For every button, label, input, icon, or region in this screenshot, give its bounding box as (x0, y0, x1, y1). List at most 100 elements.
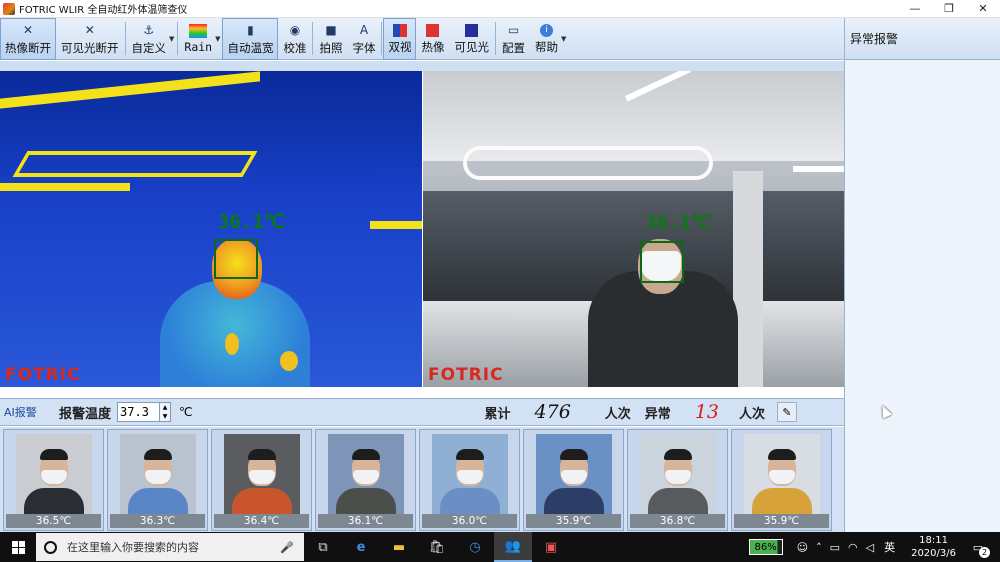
custom-button[interactable]: ⚓ 自定义 (127, 18, 172, 60)
close-button[interactable]: ✕ (966, 0, 1000, 18)
capture-thumbnail[interactable]: 35.9℃ (523, 429, 624, 531)
ime-indicator[interactable]: 英 (884, 539, 895, 555)
custom-dropdown-caret[interactable]: ▼ (169, 35, 174, 43)
maximize-button[interactable]: ❐ (932, 0, 966, 18)
clock-app-icon[interactable]: ◷ (456, 532, 494, 562)
battery-icon[interactable]: ▭ (830, 541, 840, 554)
title-bar: FOTRIC WLIR 全自动红外体温筛查仪 — ❐ ✕ (0, 0, 1000, 18)
alarm-info-bar: AI报警 报警温度 37.3 ▲ ▼ ℃ 累计 476 人次 异常 13 人次 … (0, 398, 844, 426)
capture-thumbnail[interactable]: 35.9℃ (731, 429, 832, 531)
capture-strip: 36.5℃ 36.3℃ 36.4℃ 36.1℃ 36.0℃ 35.9℃ 36.8℃ 35.9℃ (0, 427, 844, 532)
notification-center-button[interactable]: ▭ 2 (966, 535, 990, 559)
toolbar: ✕ 热像断开 ✕ 可见光断开 ⚓ 自定义 ▼ Rain ▼ ▮ 自动温宽 ◉ 校… (0, 18, 844, 60)
capture-photo (744, 434, 820, 514)
fotric-app-icon[interactable]: 👥 (494, 532, 532, 562)
app-window: FOTRIC WLIR 全自动红外体温筛查仪 — ❐ ✕ ✕ 热像断开 ✕ 可见… (0, 0, 1000, 562)
thermal-disconnect-button[interactable]: ✕ 热像断开 (0, 18, 56, 60)
capture-thumbnail[interactable]: 36.1℃ (315, 429, 416, 531)
capture-person-body (336, 488, 396, 514)
capture-person-hair (456, 449, 484, 460)
help-label: 帮助 (534, 39, 558, 54)
task-view-icon[interactable]: ⧉ (304, 532, 342, 562)
auto-span-button[interactable]: ▮ 自动温宽 (222, 18, 279, 60)
abnormal-count: 13 (694, 401, 719, 423)
store-icon[interactable]: 🛍 (418, 532, 456, 562)
ceiling-light-shape (12, 151, 258, 177)
chevron-up-icon[interactable]: ˄ (816, 541, 822, 554)
notification-count: 2 (979, 547, 990, 558)
font-button[interactable]: A 字体 (347, 18, 380, 60)
alarm-panel: 异常报警 (844, 18, 1000, 532)
capture-temperature: 35.9℃ (526, 514, 621, 528)
capture-photo (16, 434, 92, 514)
visible-disconnect-button[interactable]: ✕ 可见光断开 (56, 18, 124, 60)
toolbar-separator (494, 22, 496, 55)
stepper-down-icon[interactable]: ▼ (163, 413, 168, 420)
capture-person-body (752, 488, 812, 514)
visible-temperature-label: 36.1℃ (645, 212, 713, 234)
clock-date: 2020/3/6 (911, 548, 956, 559)
capture-person-mask (145, 470, 171, 484)
capture-person-body (440, 488, 500, 514)
thermal-brand-watermark: FOTRIC (5, 365, 81, 385)
office-app-icon[interactable]: ▣ (532, 532, 570, 562)
thermal-temperature-label: 36.1℃ (218, 211, 286, 233)
capture-person-body (24, 488, 84, 514)
font-icon: A (359, 23, 369, 37)
thermal-view-button[interactable]: 热像 (416, 18, 449, 60)
help-button[interactable]: i 帮助 (530, 18, 563, 60)
microphone-icon[interactable]: 🎤 (280, 541, 294, 554)
alarm-temp-stepper[interactable]: ▲ ▼ (160, 402, 172, 422)
network-icon[interactable]: ◠ (848, 541, 858, 554)
anchor-icon: ⚓ (143, 23, 155, 37)
app-logo-icon (3, 2, 15, 15)
capture-person-hair (768, 449, 796, 460)
dual-view-button[interactable]: 双视 (383, 18, 417, 60)
visible-view-button[interactable]: 可见光 (449, 18, 494, 60)
capture-thumbnail[interactable]: 36.3℃ (107, 429, 208, 531)
cortana-icon (44, 540, 57, 554)
capture-person-hair (560, 449, 588, 460)
ceiling-light-shape (0, 71, 260, 109)
stepper-up-icon[interactable]: ▲ (163, 404, 168, 411)
calibrate-icon: ◉ (289, 23, 301, 37)
visible-video[interactable]: 36.1℃ FOTRIC (423, 71, 844, 387)
window-controls: — ❐ ✕ (898, 0, 1000, 18)
snapshot-button[interactable]: ■ 拍照 (314, 18, 347, 60)
capture-thumbnail[interactable]: 36.5℃ (3, 429, 104, 531)
taskbar-search[interactable]: 在这里输入你要搜索的内容 🎤 (36, 533, 304, 561)
ceiling-light-shape (370, 221, 422, 229)
help-dropdown-caret[interactable]: ▼ (561, 35, 566, 43)
start-button[interactable] (0, 532, 36, 562)
config-button[interactable]: ▭ 配置 (497, 18, 530, 60)
volume-icon[interactable]: ◁ (866, 541, 874, 554)
capture-temperature: 36.8℃ (630, 514, 725, 528)
info-icon: i (539, 23, 553, 37)
battery-indicator[interactable]: 86% (748, 539, 783, 555)
capture-temperature: 36.0℃ (422, 514, 517, 528)
capture-person-mask (353, 470, 379, 484)
calibrate-button[interactable]: ◉ 校准 (278, 18, 311, 60)
edge-browser-icon[interactable]: e (342, 532, 380, 562)
palette-button[interactable]: Rain (179, 18, 217, 60)
capture-thumbnail[interactable]: 36.0℃ (419, 429, 520, 531)
alarm-list[interactable] (845, 60, 1000, 532)
minimize-button[interactable]: — (898, 0, 932, 18)
palette-dropdown-caret[interactable]: ▼ (215, 35, 220, 43)
people-icon[interactable]: ☺ (797, 541, 808, 554)
visible-view-label: 可见光 (454, 39, 489, 54)
clear-count-button[interactable]: ✎ (777, 402, 798, 422)
calibrate-label: 校准 (283, 41, 307, 55)
file-explorer-icon[interactable]: ▬ (380, 532, 418, 562)
alarm-temp-label: 报警温度 (59, 406, 112, 422)
alarm-temp-input[interactable]: 37.3 (117, 402, 161, 422)
chest-hotspot (225, 333, 239, 355)
capture-temperature: 36.5℃ (6, 514, 101, 528)
capture-thumbnail[interactable]: 36.4℃ (211, 429, 312, 531)
abnormal-count-unit: 人次 (739, 406, 766, 422)
thermal-view-label: 热像 (421, 39, 445, 54)
thermal-video[interactable]: 36.1℃ FOTRIC (0, 71, 422, 387)
taskbar-clock[interactable]: 18:11 2020/3/6 (911, 534, 956, 560)
capture-thumbnail[interactable]: 36.8℃ (627, 429, 728, 531)
visible-view-icon (465, 23, 479, 37)
